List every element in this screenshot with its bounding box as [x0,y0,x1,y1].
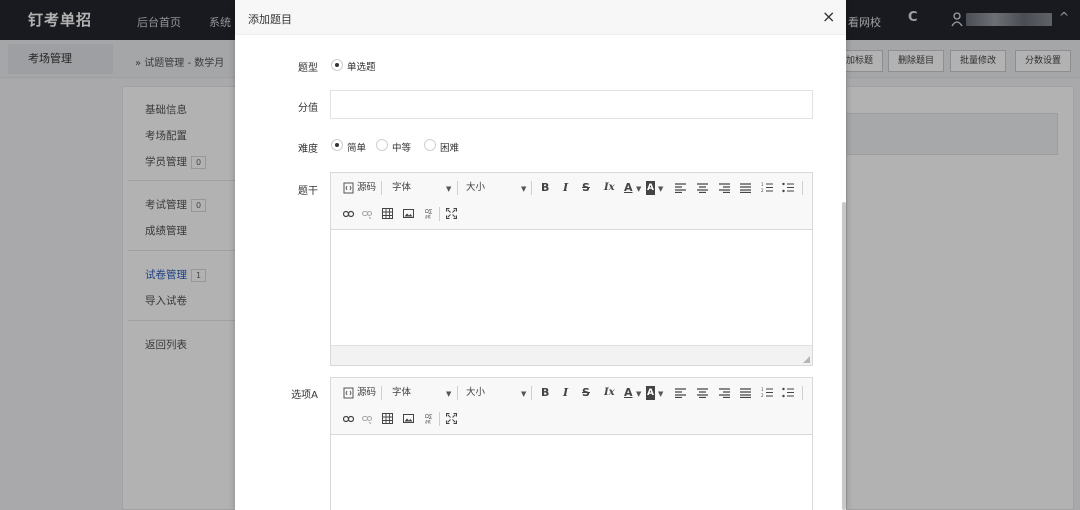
ordered-list-icon[interactable]: 12 [761,387,773,398]
toolbar-separator [457,181,458,195]
align-center-icon[interactable] [697,183,708,193]
stem-editor-content[interactable] [331,231,812,345]
toolbar-separator [802,181,803,195]
difficulty-hard-radio[interactable] [424,139,436,151]
chevron-down-icon[interactable]: ▼ [658,387,663,401]
font-size-select[interactable]: 大小 [466,181,485,195]
strikethrough-icon[interactable]: S [582,386,590,400]
image-icon[interactable] [403,414,414,423]
font-color-icon[interactable]: A [624,181,633,195]
unordered-list-icon[interactable] [782,387,794,398]
unlink-icon[interactable] [362,415,373,424]
chevron-down-icon[interactable]: ▼ [636,387,641,401]
resize-handle-icon[interactable] [803,356,810,363]
option-a-label: 选项A [291,390,318,401]
font-color-icon[interactable]: A [624,386,633,400]
image-icon[interactable] [403,209,414,218]
toolbar-separator [381,386,382,400]
link-icon[interactable] [343,415,354,423]
font-family-select[interactable]: 字体 [392,386,411,400]
chevron-down-icon[interactable]: ▼ [446,387,451,401]
special-char-icon[interactable]: Ω∑∂π [425,208,435,219]
svg-text:2: 2 [761,188,764,193]
editor-status-bar [331,345,812,365]
chevron-down-icon[interactable]: ▼ [636,182,641,196]
toolbar-separator [457,386,458,400]
editor-toolbar: 源码 字体 ▼ 大小 ▼ B I S Ix A ▼ A ▼ 12 Ω∑ ∂π [331,173,812,230]
source-code-icon[interactable] [343,182,354,194]
svg-text:2: 2 [761,393,764,398]
bold-icon[interactable]: B [541,181,549,195]
italic-icon[interactable]: I [563,181,568,195]
difficulty-medium-radio[interactable] [376,139,388,151]
score-label: 分值 [298,103,318,114]
stem-editor: 源码 字体 ▼ 大小 ▼ B I S Ix A ▼ A ▼ 12 Ω∑ ∂π [330,172,813,366]
toolbar-separator [531,181,532,195]
question-type-single-radio[interactable] [331,59,343,71]
close-icon[interactable]: × [822,7,835,26]
align-justify-icon[interactable] [740,183,751,193]
align-right-icon[interactable] [719,183,730,193]
dialog-header: 添加题目 × [235,0,846,35]
strikethrough-icon[interactable]: S [582,181,590,195]
question-type-single-label[interactable]: 单选题 [347,59,376,73]
fullscreen-icon[interactable] [446,413,457,424]
toolbar-separator [439,207,440,221]
difficulty-hard-label[interactable]: 困难 [440,140,459,154]
link-icon[interactable] [343,210,354,218]
score-input[interactable] [330,90,813,119]
clear-format-icon[interactable]: Ix [604,386,615,400]
option-a-editor-content[interactable] [331,436,812,510]
italic-icon[interactable]: I [563,386,568,400]
chevron-down-icon[interactable]: ▼ [521,387,526,401]
source-code-button[interactable]: 源码 [357,386,376,400]
table-icon[interactable] [382,413,393,424]
chevron-down-icon[interactable]: ▼ [658,182,663,196]
option-a-editor: 源码 字体 ▼ 大小 ▼ B I S Ix A ▼ A ▼ 12 Ω∑ ∂π [330,377,813,510]
table-icon[interactable] [382,208,393,219]
background-color-icon[interactable]: A [646,386,655,400]
fullscreen-icon[interactable] [446,208,457,219]
font-family-select[interactable]: 字体 [392,181,411,195]
question-type-label: 题型 [298,63,318,74]
align-center-icon[interactable] [697,388,708,398]
align-left-icon[interactable] [675,388,686,398]
dialog-title: 添加题目 [248,13,292,26]
source-code-icon[interactable] [343,387,354,399]
difficulty-medium-label[interactable]: 中等 [392,140,411,154]
align-justify-icon[interactable] [740,388,751,398]
chevron-down-icon[interactable]: ▼ [446,182,451,196]
special-char-icon[interactable]: Ω∑∂π [425,413,435,424]
toolbar-separator [439,412,440,426]
bold-icon[interactable]: B [541,386,549,400]
add-question-dialog: 添加题目 × 题型 单选题 分值 难度 简单 中等 困难 题干 源码 字体 ▼ … [235,0,846,510]
difficulty-label: 难度 [298,144,318,155]
font-size-select[interactable]: 大小 [466,386,485,400]
unlink-icon[interactable] [362,210,373,219]
editor-toolbar: 源码 字体 ▼ 大小 ▼ B I S Ix A ▼ A ▼ 12 Ω∑ ∂π [331,378,812,435]
source-code-button[interactable]: 源码 [357,181,376,195]
align-right-icon[interactable] [719,388,730,398]
toolbar-separator [381,181,382,195]
clear-format-icon[interactable]: Ix [604,181,615,195]
dialog-scrollbar[interactable] [842,202,846,510]
toolbar-separator [531,386,532,400]
difficulty-easy-radio[interactable] [331,139,343,151]
ordered-list-icon[interactable]: 12 [761,182,773,193]
toolbar-separator [802,386,803,400]
svg-text:∂π: ∂π [425,215,431,220]
background-color-icon[interactable]: A [646,181,655,195]
difficulty-easy-label[interactable]: 简单 [347,140,366,154]
svg-text:1: 1 [761,387,764,392]
svg-text:1: 1 [761,182,764,187]
unordered-list-icon[interactable] [782,182,794,193]
chevron-down-icon[interactable]: ▼ [521,182,526,196]
svg-text:∂π: ∂π [425,420,431,425]
stem-label: 题干 [298,186,318,197]
align-left-icon[interactable] [675,183,686,193]
